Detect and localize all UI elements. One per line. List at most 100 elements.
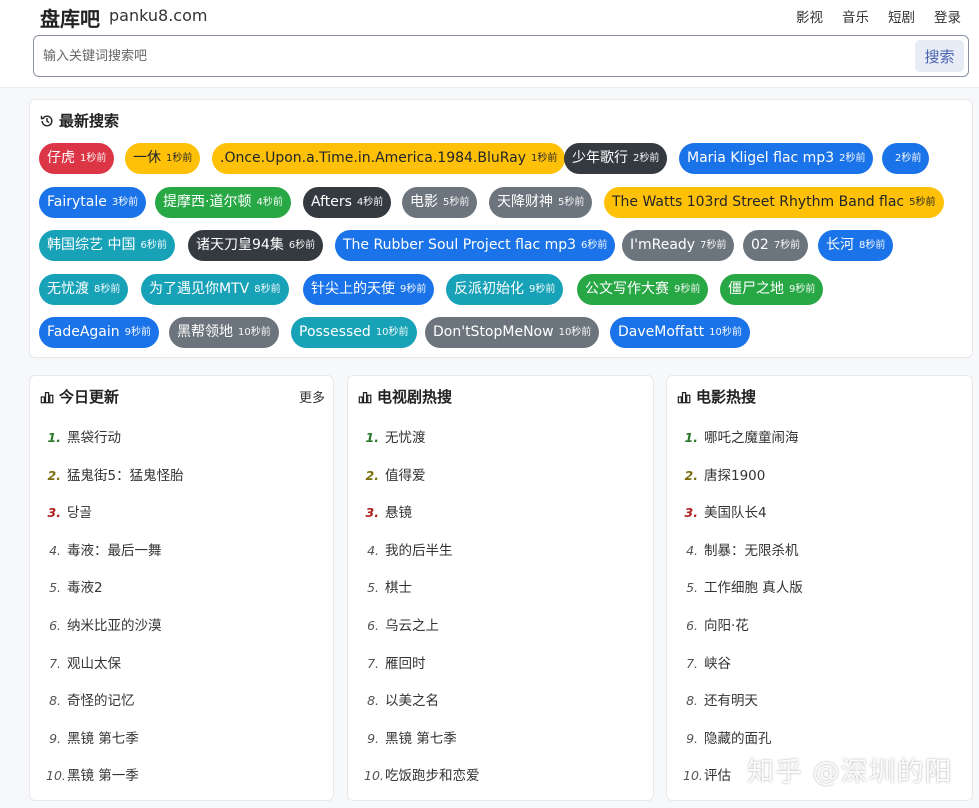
search-tag[interactable]: 僵尸之地9秒前 — [720, 274, 823, 305]
more-link[interactable]: 更多 — [299, 387, 325, 406]
rank-number: 3. — [46, 505, 61, 520]
nav-short-drama[interactable]: 短剧 — [888, 6, 915, 26]
search-tag-time: 1秒前 — [166, 143, 192, 174]
search-tag-time: 5秒前 — [558, 187, 584, 218]
recent-searches-title-text: 最新搜索 — [59, 110, 119, 131]
list-item[interactable]: 1.黑袋行动 — [46, 426, 121, 446]
list-item[interactable]: 7.雁回时 — [364, 652, 426, 672]
nav-video[interactable]: 影视 — [796, 6, 823, 26]
search-tag[interactable]: 诸天刀皇94集6秒前 — [188, 230, 323, 261]
site-logo[interactable]: 盘库吧 — [40, 3, 100, 32]
search-tag-time: 1秒前 — [80, 143, 106, 174]
search-tag[interactable]: Afters4秒前 — [303, 187, 391, 218]
list-item[interactable]: 7.观山太保 — [46, 652, 121, 672]
today-updates-title-text: 今日更新 — [59, 386, 119, 407]
search-tag[interactable]: 反派初始化9秒前 — [446, 274, 563, 305]
rank-number: 3. — [364, 505, 379, 520]
search-tag[interactable]: 仔虎1秒前 — [39, 143, 114, 174]
search-tag[interactable]: 针尖上的天使9秒前 — [303, 274, 434, 305]
search-tag-time: 6秒前 — [289, 230, 315, 261]
list-item[interactable]: 4.制暴：无限杀机 — [683, 539, 799, 559]
search-input[interactable] — [43, 45, 903, 67]
list-item[interactable]: 6.向阳·花 — [683, 614, 749, 634]
list-item[interactable]: 8.奇怪的记忆 — [46, 689, 135, 709]
nav-music[interactable]: 音乐 — [842, 6, 869, 26]
list-item[interactable]: 5.棋士 — [364, 576, 412, 596]
list-item[interactable]: 7.峡谷 — [683, 652, 731, 672]
search-tag-text: FadeAgain — [47, 317, 120, 348]
rank-number: 2. — [364, 468, 379, 483]
search-tag[interactable]: The Rubber Soul Project flac mp36秒前 — [335, 230, 615, 261]
list-item[interactable]: 6.纳米比亚的沙漠 — [46, 614, 162, 634]
search-tag-time: 4秒前 — [357, 187, 383, 218]
bar-chart-icon — [358, 390, 372, 404]
list-item-title: 峡谷 — [704, 652, 731, 672]
list-item[interactable]: 8.以美之名 — [364, 689, 439, 709]
list-item[interactable]: 2.猛鬼街5：猛鬼怪胎 — [46, 464, 184, 484]
list-item[interactable]: 3.悬镜 — [364, 501, 412, 521]
list-item-title: 黑镜 第七季 — [67, 727, 139, 747]
search-tag-text: 针尖上的天使 — [311, 274, 395, 305]
search-tag[interactable]: .Once.Upon.a.Time.in.America.1984.BluRay… — [212, 143, 565, 174]
search-tag[interactable]: 黑帮领地10秒前 — [169, 317, 279, 348]
search-tag-time: 10秒前 — [709, 317, 742, 348]
list-item[interactable]: 5.毒液2 — [46, 576, 103, 596]
list-item[interactable]: 2. 值得爱 — [364, 464, 426, 484]
search-tag[interactable]: FadeAgain9秒前 — [39, 317, 159, 348]
list-item[interactable]: 3.당골 — [46, 501, 92, 521]
search-tag[interactable]: 电影5秒前 — [402, 187, 477, 218]
list-item[interactable]: 1.无忧渡 — [364, 426, 426, 446]
search-tag[interactable]: 公文写作大赛9秒前 — [577, 274, 708, 305]
search-tag[interactable]: 2秒前 — [882, 143, 929, 174]
search-button[interactable]: 搜索 — [915, 40, 964, 72]
search-tag[interactable]: 长河8秒前 — [818, 230, 893, 261]
search-tag[interactable]: Possessed10秒前 — [291, 317, 417, 348]
search-tag-time: 9秒前 — [400, 274, 426, 305]
list-item[interactable]: 10.吃饭跑步和恋爱 — [364, 764, 480, 784]
list-item[interactable]: 3.美国队长4 — [683, 501, 767, 521]
search-tag[interactable]: 韩国综艺 中国6秒前 — [39, 230, 175, 261]
list-item-title: 棋士 — [385, 576, 412, 596]
list-item-title: 向阳·花 — [704, 614, 749, 634]
nav-login[interactable]: 登录 — [934, 6, 961, 26]
list-item[interactable]: 8.还有明天 — [683, 689, 758, 709]
search-tag-time: 5秒前 — [909, 187, 935, 218]
rank-number: 3. — [683, 505, 698, 520]
search-tag-time: 8秒前 — [254, 274, 280, 305]
rank-number: 9. — [46, 731, 61, 746]
list-item[interactable]: 9. 黑镜 第七季 — [46, 727, 139, 747]
search-tag[interactable]: I'mReady7秒前 — [622, 230, 734, 261]
search-tag[interactable]: Don'tStopMeNow10秒前 — [425, 317, 599, 348]
search-tag[interactable]: 为了遇见你MTV8秒前 — [141, 274, 289, 305]
list-item[interactable]: 5.工作细胞 真人版 — [683, 576, 803, 596]
list-item[interactable]: 2.唐探1900 — [683, 464, 765, 484]
search-tag[interactable]: 少年歌行2秒前 — [564, 143, 667, 174]
search-tag[interactable]: 天降财神5秒前 — [489, 187, 592, 218]
search-tag[interactable]: 027秒前 — [743, 230, 808, 261]
rank-number: 4. — [683, 543, 698, 558]
list-item[interactable]: 1.哪吒之魔童闹海 — [683, 426, 799, 446]
search-tag-time: 7秒前 — [700, 230, 726, 261]
search-tag[interactable]: The Watts 103rd Street Rhythm Band flac5… — [604, 187, 944, 218]
search-tag[interactable]: Fairytale3秒前 — [39, 187, 146, 218]
list-item-title: 值得爱 — [385, 464, 426, 484]
top-bar: 盘库吧 panku8.com 影视 音乐 短剧 登录 搜索 — [0, 0, 979, 88]
list-item[interactable]: 10.评估 — [683, 764, 731, 784]
list-item[interactable]: 4.我的后半生 — [364, 539, 453, 559]
search-tag[interactable]: Maria Kligel flac mp32秒前 — [679, 143, 873, 174]
rank-number: 9. — [364, 731, 379, 746]
search-tag[interactable]: DaveMoffatt10秒前 — [610, 317, 750, 348]
search-tag[interactable]: 提摩西·道尔顿4秒前 — [155, 187, 291, 218]
movie-hot-card: 电影热搜 1.哪吒之魔童闹海2.唐探19003.美国队长44.制暴：无限杀机5.… — [666, 375, 973, 801]
recent-searches-card: 最新搜索 仔虎1秒前一休1秒前 .Once.Upon.a.Time.in.Amer… — [29, 99, 973, 358]
search-tag[interactable]: 一休1秒前 — [125, 143, 200, 174]
list-item[interactable]: 9.黑镜 第七季 — [364, 727, 457, 747]
list-item[interactable]: 9.隐藏的面孔 — [683, 727, 772, 747]
rank-number: 8. — [683, 693, 698, 708]
list-item[interactable]: 6.乌云之上 — [364, 614, 439, 634]
search-tag[interactable]: 无忧渡8秒前 — [39, 274, 128, 305]
list-item-title: 猛鬼街5：猛鬼怪胎 — [67, 464, 184, 484]
list-item[interactable]: 4.毒液：最后一舞 — [46, 539, 162, 559]
rank-number: 6. — [364, 618, 379, 633]
list-item[interactable]: 10.黑镜 第一季 — [46, 764, 139, 784]
